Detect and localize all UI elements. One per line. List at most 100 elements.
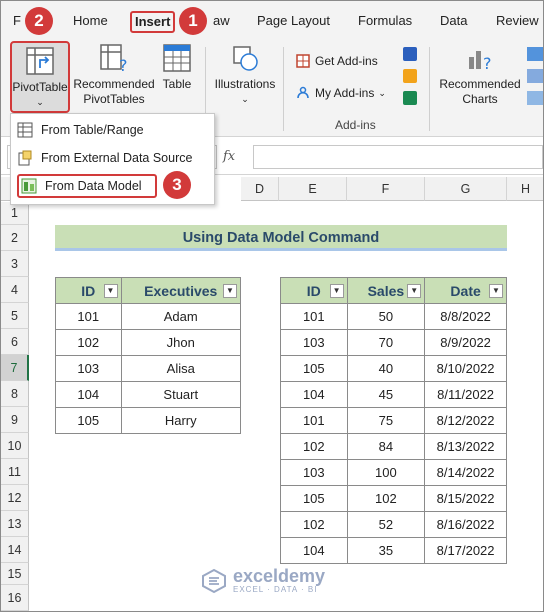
filter-dropdown-icon[interactable]: ▼ bbox=[103, 284, 118, 298]
cell-id[interactable]: 101 bbox=[55, 303, 122, 330]
column-header-f[interactable]: F bbox=[347, 177, 425, 201]
tab-page-layout[interactable]: Page Layout bbox=[257, 13, 330, 28]
cell-id[interactable]: 102 bbox=[280, 511, 348, 538]
cell-id[interactable]: 104 bbox=[55, 381, 122, 408]
filter-dropdown-icon[interactable]: ▼ bbox=[407, 284, 422, 298]
column-header-g[interactable]: G bbox=[425, 177, 507, 201]
menu-item-from-table-range[interactable]: From Table/Range bbox=[17, 118, 207, 142]
row-header-9[interactable]: 9 bbox=[1, 407, 29, 433]
row-header-13[interactable]: 13 bbox=[1, 511, 29, 537]
cell-date[interactable]: 8/11/2022 bbox=[424, 381, 507, 408]
row-header-3[interactable]: 3 bbox=[1, 251, 29, 277]
recommended-pivottables-button[interactable]: ? Recommended PivotTables bbox=[72, 43, 156, 107]
formula-input[interactable] bbox=[253, 145, 543, 169]
my-addins-button[interactable]: My Add-ins ⌄ bbox=[295, 85, 386, 101]
column-header-h[interactable]: H bbox=[507, 177, 543, 201]
tab-formulas[interactable]: Formulas bbox=[358, 13, 412, 28]
cell-id[interactable]: 102 bbox=[55, 329, 122, 356]
cell-date[interactable]: 8/13/2022 bbox=[424, 433, 507, 460]
function-icon[interactable]: fx bbox=[223, 149, 235, 164]
column-header-d[interactable]: D bbox=[241, 177, 279, 201]
column-header-executives[interactable]: Executives ▼ bbox=[120, 277, 241, 304]
row-header-8[interactable]: 8 bbox=[1, 381, 29, 407]
cell-date[interactable]: 8/12/2022 bbox=[424, 407, 507, 434]
cell-id[interactable]: 104 bbox=[280, 381, 348, 408]
cell-id[interactable]: 101 bbox=[280, 303, 348, 330]
table-row: 101 75 8/12/2022 bbox=[280, 407, 507, 434]
cell-sales[interactable]: 45 bbox=[346, 381, 426, 408]
tab-draw[interactable]: aw bbox=[213, 13, 230, 28]
tab-review[interactable]: Review bbox=[496, 13, 539, 28]
row-header-10[interactable]: 10 bbox=[1, 433, 29, 459]
tab-data[interactable]: Data bbox=[440, 13, 467, 28]
illustrations-button[interactable]: Illustrations ⌄ bbox=[211, 43, 279, 107]
tab-home[interactable]: Home bbox=[73, 13, 108, 28]
charts-icon[interactable] bbox=[527, 47, 543, 61]
bing-maps-icon[interactable] bbox=[403, 69, 417, 83]
column-header-date[interactable]: Date ▼ bbox=[424, 277, 507, 304]
cell-sales[interactable]: 35 bbox=[346, 537, 426, 564]
cell-id[interactable]: 101 bbox=[280, 407, 348, 434]
cell-date[interactable]: 8/15/2022 bbox=[424, 485, 507, 512]
filter-dropdown-icon[interactable]: ▼ bbox=[223, 284, 237, 298]
cell-id[interactable]: 105 bbox=[280, 355, 348, 382]
cell-executive[interactable]: Harry bbox=[120, 407, 241, 434]
cell-executive[interactable]: Adam bbox=[120, 303, 241, 330]
pivottable-button[interactable]: PivotTable ⌄ bbox=[10, 41, 70, 113]
cell-sales[interactable]: 40 bbox=[346, 355, 426, 382]
filter-dropdown-icon[interactable]: ▼ bbox=[329, 284, 344, 298]
cell-sales[interactable]: 102 bbox=[346, 485, 426, 512]
tab-file[interactable]: F bbox=[13, 13, 21, 28]
row-header-15[interactable]: 15 bbox=[1, 563, 29, 585]
cell-id[interactable]: 103 bbox=[280, 459, 348, 486]
cell-executive[interactable]: Alisa bbox=[120, 355, 241, 382]
cell-sales[interactable]: 84 bbox=[346, 433, 426, 460]
people-graph-icon[interactable] bbox=[403, 91, 417, 105]
cell-date[interactable]: 8/17/2022 bbox=[424, 537, 507, 564]
cell-executive[interactable]: Jhon bbox=[120, 329, 241, 356]
row-header-7[interactable]: 7 bbox=[1, 355, 29, 381]
filter-dropdown-icon[interactable]: ▼ bbox=[489, 284, 503, 298]
cell-executive[interactable]: Stuart bbox=[120, 381, 241, 408]
cell-id[interactable]: 104 bbox=[280, 537, 348, 564]
row-header-14[interactable]: 14 bbox=[1, 537, 29, 563]
cell-id[interactable]: 103 bbox=[55, 355, 122, 382]
column-header-id[interactable]: ID ▼ bbox=[280, 277, 348, 304]
row-header-5[interactable]: 5 bbox=[1, 303, 29, 329]
cell-id[interactable]: 105 bbox=[55, 407, 122, 434]
cell-date[interactable]: 8/16/2022 bbox=[424, 511, 507, 538]
row-header-11[interactable]: 11 bbox=[1, 459, 29, 485]
pie-chart-icon[interactable] bbox=[527, 91, 543, 105]
sheet-title[interactable]: Using Data Model Command bbox=[55, 225, 507, 251]
cell-id[interactable]: 105 bbox=[280, 485, 348, 512]
cell-sales[interactable]: 100 bbox=[346, 459, 426, 486]
row-header-6[interactable]: 6 bbox=[1, 329, 29, 355]
recommended-charts-button[interactable]: ? Recommended Charts bbox=[435, 43, 525, 107]
row-header-1[interactable]: 1 bbox=[1, 202, 29, 225]
menu-item-from-external-data-source[interactable]: From External Data Source bbox=[17, 146, 207, 170]
cell-date[interactable]: 8/8/2022 bbox=[424, 303, 507, 330]
menu-item-from-data-model[interactable]: From Data Model bbox=[17, 174, 157, 198]
cell-id[interactable]: 102 bbox=[280, 433, 348, 460]
line-chart-icon[interactable] bbox=[527, 69, 543, 83]
row-header-4[interactable]: 4 bbox=[1, 277, 29, 303]
cell-sales[interactable]: 75 bbox=[346, 407, 426, 434]
cell-date[interactable]: 8/9/2022 bbox=[424, 329, 507, 356]
column-header-sales[interactable]: Sales ▼ bbox=[346, 277, 426, 304]
row-header-2[interactable]: 2 bbox=[1, 225, 29, 251]
get-addins-button[interactable]: Get Add-ins bbox=[295, 53, 378, 69]
row-header-16[interactable]: 16 bbox=[1, 585, 29, 611]
table-button[interactable]: Table bbox=[157, 43, 197, 92]
column-header-id[interactable]: ID ▼ bbox=[55, 277, 122, 304]
column-header-e[interactable]: E bbox=[279, 177, 347, 201]
row-header-12[interactable]: 12 bbox=[1, 485, 29, 511]
cell-id[interactable]: 103 bbox=[280, 329, 348, 356]
cell-date[interactable]: 8/14/2022 bbox=[424, 459, 507, 486]
cell-sales[interactable]: 52 bbox=[346, 511, 426, 538]
visio-icon[interactable] bbox=[403, 47, 417, 61]
tab-insert[interactable]: Insert bbox=[130, 11, 176, 33]
cell-date[interactable]: 8/10/2022 bbox=[424, 355, 507, 382]
cell-sales[interactable]: 50 bbox=[346, 303, 426, 330]
exceldemy-watermark: exceldemy EXCEL · DATA · BI bbox=[201, 567, 325, 594]
cell-sales[interactable]: 70 bbox=[346, 329, 426, 356]
